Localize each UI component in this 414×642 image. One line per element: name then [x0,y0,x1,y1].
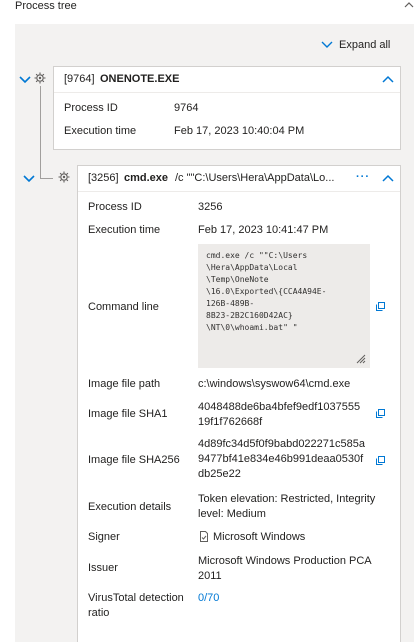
process-card-header[interactable]: [9764] ONENOTE.EXE [54,67,400,93]
process-command-args: /c ""C:\Users\Hera\AppData\Lo... [175,172,335,184]
process-name: ONENOTE.EXE [100,73,180,85]
virustotal-ratio-link[interactable]: 0/70 [198,592,219,604]
chevron-up-icon[interactable] [382,174,394,182]
execution-details-value: Token elevation: Restricted, Integrity l… [198,493,376,520]
process-id-value: 3256 [198,201,223,213]
execution-time-value: Feb 17, 2023 10:41:47 PM [198,224,329,236]
process-pid-tag: [9764] [64,73,95,85]
chevron-up-icon[interactable] [404,0,414,8]
process-pid-tag: [3256] [88,172,119,184]
collapse-chevron-icon[interactable] [19,76,31,84]
command-line-label: Command line [88,301,159,313]
image-path-label: Image file path [88,378,161,390]
sha256-value: 4d89fc34d5f0f9babd022271c585a 9477bf41e8… [198,438,365,480]
execution-time-value: Feb 17, 2023 10:40:04 PM [174,125,305,137]
signer-value: Microsoft Windows [213,531,306,543]
expand-all-label: Expand all [339,39,391,51]
process-id-value: 9764 [174,102,199,114]
signature-icon [200,531,208,542]
gear-icon [34,72,46,84]
process-id-label: Process ID [88,201,142,213]
issuer-label: Issuer [88,562,118,574]
image-path-value: c:\windows\syswow64\cmd.exe [198,378,351,390]
tree-connector [40,178,53,179]
execution-details-label: Execution details [88,501,172,513]
execution-time-label: Execution time [88,224,161,236]
copy-icon[interactable] [376,302,385,311]
copy-icon[interactable] [376,409,385,418]
process-card-onenote: [9764] ONENOTE.EXE Process ID 9764 Execu… [53,66,401,150]
signer-label: Signer [88,531,120,543]
process-name: cmd.exe [124,172,169,184]
tree-connector [40,86,41,178]
collapse-chevron-icon[interactable] [23,175,35,183]
more-options-button[interactable]: ··· [356,171,370,183]
sha256-label: Image file SHA256 [88,454,180,466]
gear-icon [58,171,70,183]
resize-grip-icon[interactable] [354,352,366,364]
expand-all-button[interactable]: Expand all [321,37,390,53]
chevron-down-icon [321,41,333,48]
sha1-label: Image file SHA1 [88,408,168,420]
process-card-header[interactable]: [3256] cmd.exe /c ""C:\Users\Hera\AppDat… [78,166,400,192]
process-id-label: Process ID [64,102,118,114]
virustotal-label: VirusTotal detection ratio [88,592,184,619]
copy-icon[interactable] [376,456,385,465]
chevron-up-icon[interactable] [382,75,394,83]
process-tree-title: Process tree [15,0,77,12]
sha1-value: 4048488de6ba4bfef9edf1037555 19f1f762668… [198,401,361,428]
issuer-value: Microsoft Windows Production PCA 2011 [198,555,372,582]
execution-time-label: Execution time [64,125,137,137]
command-line-textarea[interactable]: cmd.exe /c ""C:\Users \Hera\AppData\Loca… [198,244,370,368]
